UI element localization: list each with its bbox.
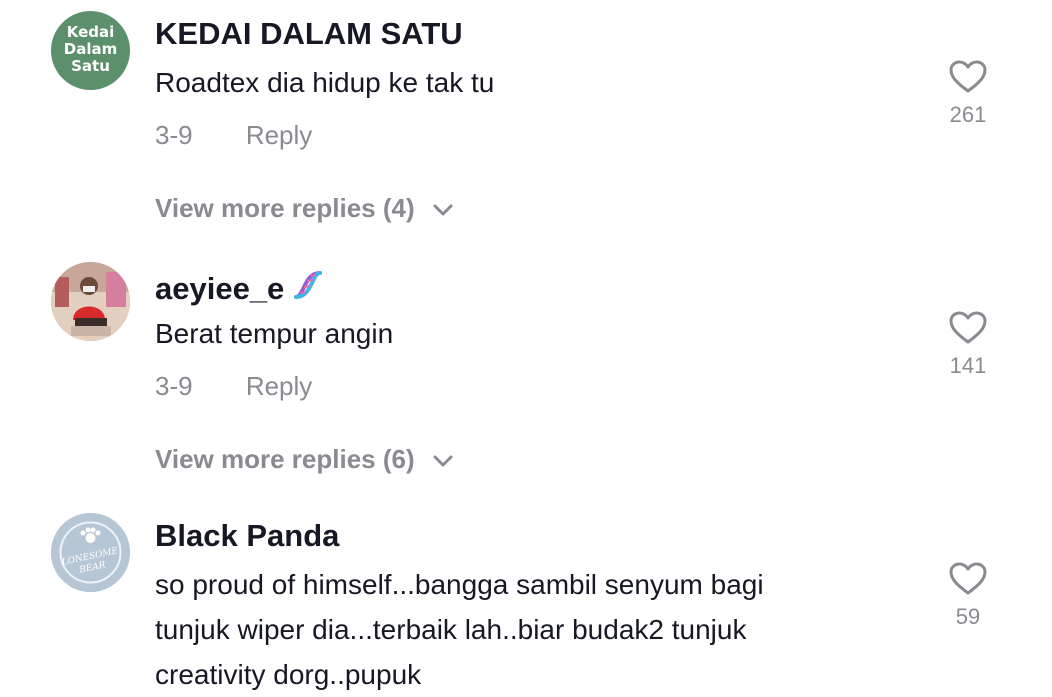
avatar[interactable]: Kedai Dalam Satu xyxy=(51,11,130,90)
heart-icon xyxy=(949,562,987,595)
like-count: 59 xyxy=(955,604,981,629)
comment-text-line: creativity dorg..pupuk xyxy=(155,659,422,690)
comment-date: 3-9 xyxy=(155,371,193,401)
kedai-dalam-satu-logo: Kedai Dalam Satu xyxy=(64,23,117,75)
like-count: 141 xyxy=(949,353,987,378)
view-more-replies-label: View more replies (6) xyxy=(155,444,415,474)
view-more-replies-button[interactable]: View more replies (6) xyxy=(155,444,454,475)
lonesome-bear-logo: LONESOME BEAR xyxy=(51,513,130,592)
username[interactable]: Black Panda xyxy=(155,518,339,554)
avatar[interactable]: LONESOME BEAR xyxy=(51,513,130,592)
avatar[interactable] xyxy=(51,262,130,341)
reply-button[interactable]: Reply xyxy=(246,371,312,401)
username[interactable]: KEDAI DALAM SATU xyxy=(155,16,463,52)
user-photo-icon xyxy=(51,262,130,341)
comment-text: so proud of himself...bangga sambil seny… xyxy=(155,562,915,697)
view-more-replies-label: View more replies (4) xyxy=(155,193,415,223)
comment-meta: 3-9 Reply xyxy=(155,371,312,402)
chevron-down-icon xyxy=(433,455,453,467)
comment-date: 3-9 xyxy=(155,120,193,150)
avatar-text-3: Satu xyxy=(71,57,110,75)
comment-text: Roadtex dia hidup ke tak tu xyxy=(155,67,495,98)
comment-text: Berat tempur angin xyxy=(155,318,394,349)
username-text: aeyiee_e xyxy=(155,271,285,306)
like-button[interactable]: 141 xyxy=(940,311,996,379)
heart-icon xyxy=(949,311,987,344)
comment-text-line: tunjuk wiper dia...terbaik lah..biar bud… xyxy=(155,614,747,645)
dna-icon xyxy=(294,271,323,299)
username[interactable]: aeyiee_e xyxy=(155,267,326,307)
reply-button[interactable]: Reply xyxy=(246,120,312,150)
heart-icon xyxy=(949,60,987,93)
like-button[interactable]: 261 xyxy=(940,60,996,128)
like-count: 261 xyxy=(949,102,987,127)
comment-meta: 3-9 Reply xyxy=(155,120,312,151)
chevron-down-icon xyxy=(433,204,453,216)
view-more-replies-button[interactable]: View more replies (4) xyxy=(155,193,454,224)
avatar-text-1: Kedai xyxy=(67,23,115,41)
like-button[interactable]: 59 xyxy=(940,562,996,630)
comment-text-line: so proud of himself...bangga sambil seny… xyxy=(155,569,764,600)
avatar-text-2: Dalam xyxy=(64,40,117,58)
